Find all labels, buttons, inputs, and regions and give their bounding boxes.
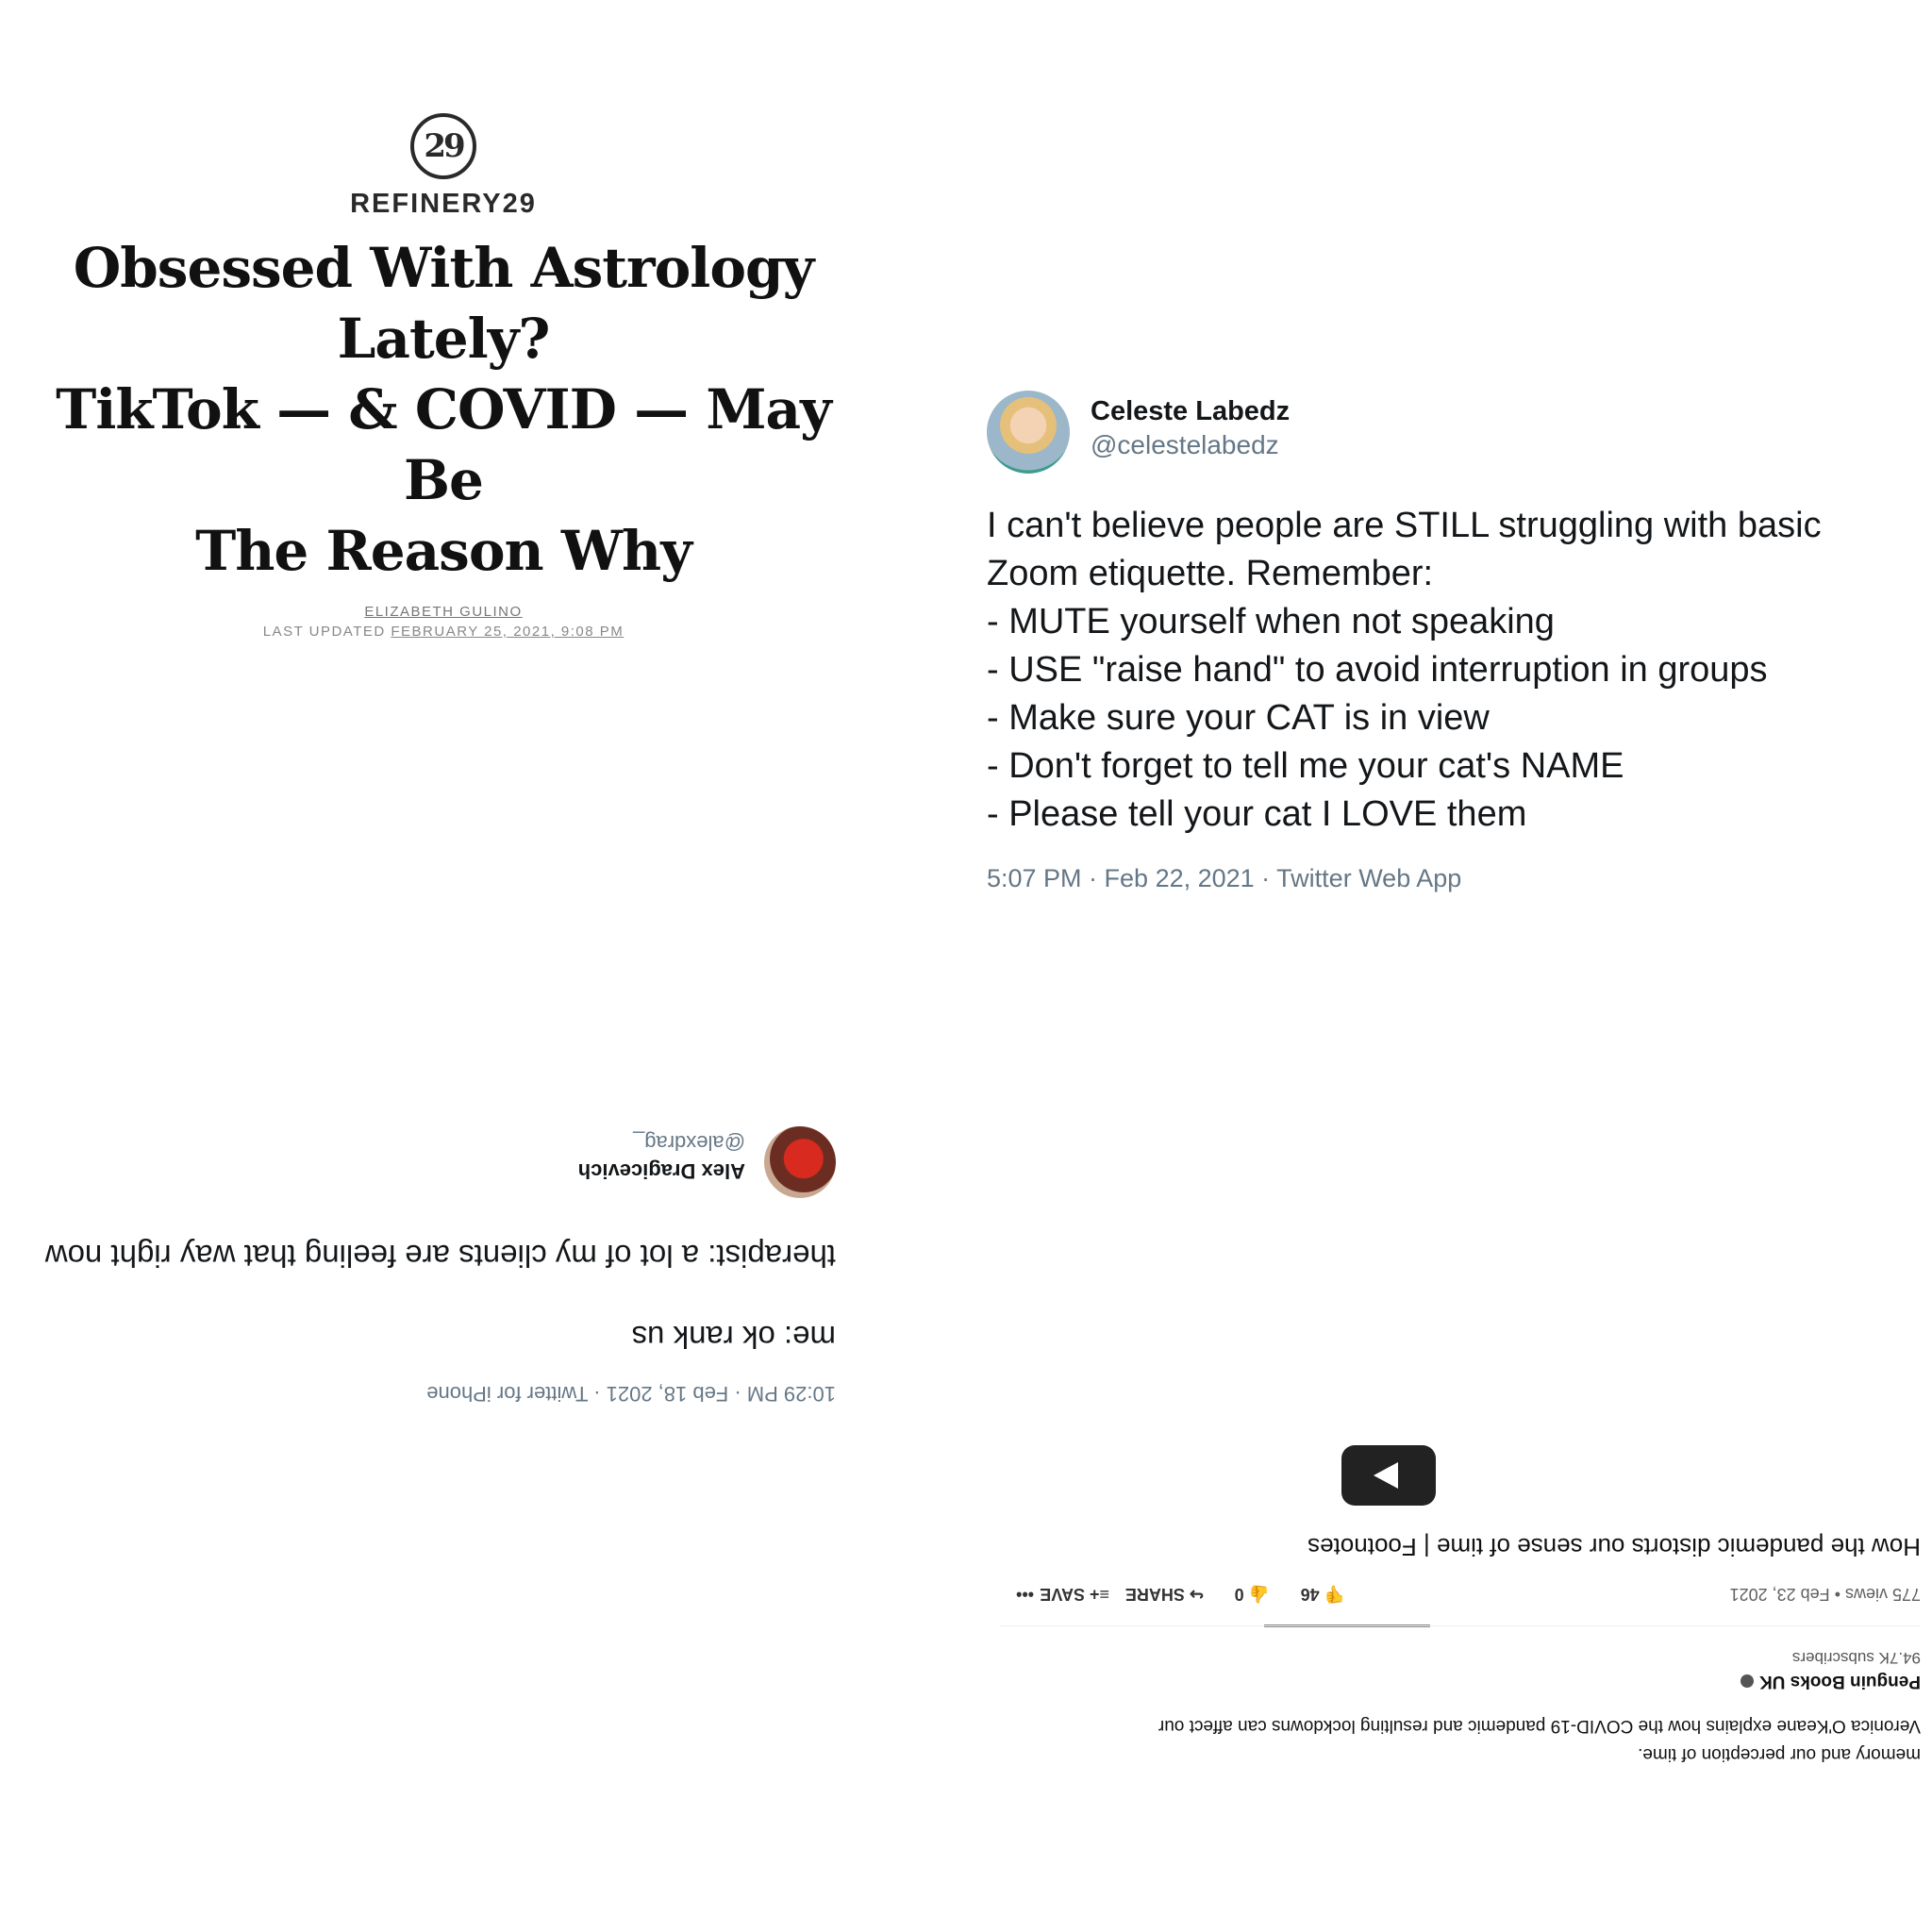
video-description-line: memory and our perception of time. xyxy=(1638,1744,1921,1764)
video-title[interactable]: How the pandemic distorts our sense of t… xyxy=(1307,1532,1921,1561)
article-headline: Obsessed With Astrology Lately? TikTok —… xyxy=(28,233,858,587)
headline-line: TikTok — & COVID — May Be xyxy=(56,377,832,512)
more-options-icon[interactable]: ••• xyxy=(1016,1584,1034,1604)
tweet-line: me: ok rank us xyxy=(631,1320,836,1355)
tweet-alex: Alex Dragicevich @alexdrag_ therapist: a… xyxy=(0,1123,836,1406)
save-label: SAVE xyxy=(1040,1585,1085,1604)
avatar[interactable] xyxy=(987,391,1070,474)
tweet-author-name[interactable]: Alex Dragicevich xyxy=(578,1158,745,1183)
share-label: SHARE xyxy=(1124,1585,1185,1604)
subscriber-count: 94.7K subscribers xyxy=(1791,1649,1921,1667)
refinery29-logo-icon[interactable]: 29 xyxy=(410,113,476,179)
play-button[interactable] xyxy=(1341,1445,1436,1506)
article-header: 29 REFINERY29 Obsessed With Astrology La… xyxy=(0,94,887,640)
tweet-line: I can't believe people are STILL struggl… xyxy=(987,506,1822,545)
views-date: 775 views • Feb 23, 2021 xyxy=(1729,1585,1921,1604)
last-updated-date[interactable]: FEBRUARY 25, 2021, 9:08 PM xyxy=(391,624,624,640)
tweet-author-handle[interactable]: @alexdrag_ xyxy=(633,1130,745,1155)
tweet-body: I can't believe people are STILL struggl… xyxy=(987,502,1892,839)
tweet-author-handle[interactable]: @celestelabedz xyxy=(1091,430,1279,460)
headline-line: The Reason Why xyxy=(195,519,692,583)
like-button[interactable]: 👍 0 xyxy=(1235,1584,1270,1604)
tweet-line: - USE "raise hand" to avoid interruption… xyxy=(987,650,1768,690)
avatar[interactable] xyxy=(764,1126,836,1198)
verified-icon xyxy=(1740,1674,1754,1689)
channel-row: Penguin Books UK 94.7K subscribers xyxy=(1000,1637,1921,1712)
author-byline[interactable]: ELIZABETH GULINO xyxy=(0,604,887,620)
tweet-line: - Make sure your CAT is in view xyxy=(987,698,1490,738)
last-updated-label: LAST UPDATED xyxy=(262,624,386,640)
play-icon xyxy=(1374,1462,1398,1489)
tweet-timestamp[interactable]: 10:29 PM · Feb 18, 2021 · Twitter for iP… xyxy=(426,1381,836,1406)
save-button[interactable]: ≡+ SAVE xyxy=(1040,1584,1109,1604)
like-count: 0 xyxy=(1234,1585,1244,1604)
last-updated: LAST UPDATED FEBRUARY 25, 2021, 9:08 PM xyxy=(0,624,887,640)
youtube-video-panel: memory and our perception of time. Veron… xyxy=(1000,1434,1921,1821)
dislike-button[interactable]: 👎 46 xyxy=(1301,1584,1345,1604)
share-button[interactable]: ↪ SHARE xyxy=(1125,1584,1204,1604)
channel-name-text: Penguin Books UK xyxy=(1758,1672,1921,1691)
channel-name[interactable]: Penguin Books UK xyxy=(1740,1671,1921,1691)
tweet-line: - MUTE yourself when not speaking xyxy=(987,602,1555,641)
video-description-line: Veronica O'Keane explains how the COVID-… xyxy=(1158,1716,1921,1736)
tweet-line: - Don't forget to tell me your cat's NAM… xyxy=(987,746,1624,786)
dislike-count: 46 xyxy=(1300,1585,1320,1604)
tweet-timestamp[interactable]: 5:07 PM · Feb 22, 2021 · Twitter Web App xyxy=(987,864,1461,893)
tweet-line: Zoom etiquette. Remember: xyxy=(987,554,1434,593)
brand-name[interactable]: REFINERY29 xyxy=(0,189,887,220)
divider xyxy=(1000,1625,1921,1626)
tweet-line: therapist: a lot of my clients are feeli… xyxy=(44,1239,836,1274)
tweet-author-name[interactable]: Celeste Labedz xyxy=(1091,396,1290,427)
headline-line: Obsessed With Astrology Lately? xyxy=(73,236,815,371)
tweet-line: - Please tell your cat I LOVE them xyxy=(987,794,1527,834)
video-actions: 775 views • Feb 23, 2021 👎 46 👍 0 ↪ SHAR… xyxy=(1000,1575,1921,1613)
